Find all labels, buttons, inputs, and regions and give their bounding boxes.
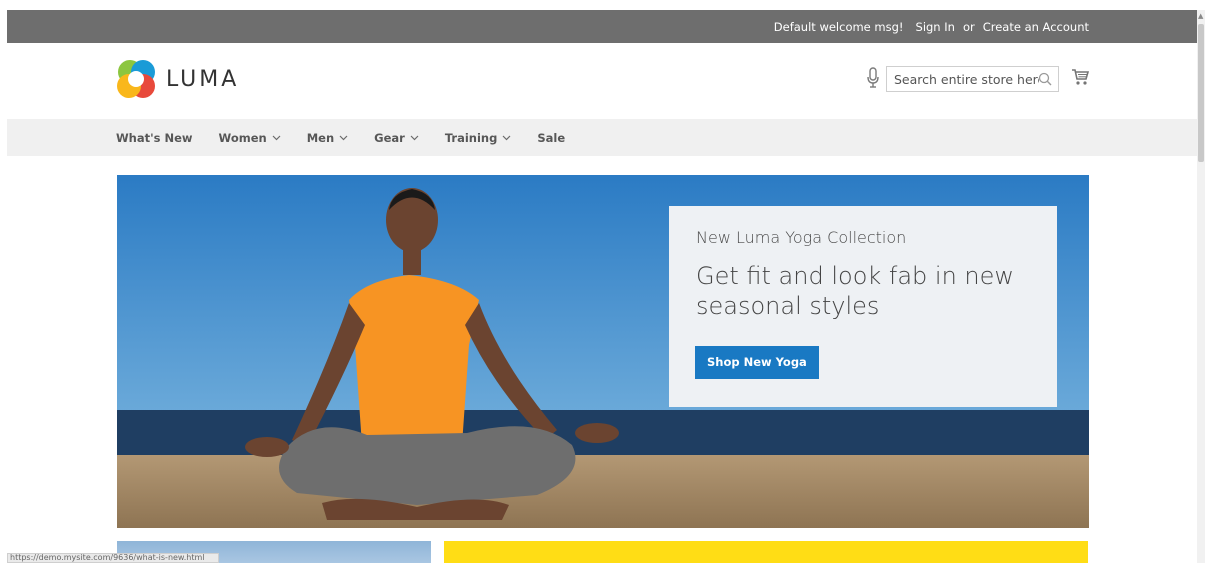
logo-text: LUMA — [166, 66, 240, 92]
nav-item-label: Women — [218, 130, 267, 145]
hero-subtitle: New Luma Yoga Collection — [696, 228, 907, 247]
chevron-down-icon — [339, 135, 348, 140]
create-account-link[interactable]: Create an Account — [983, 20, 1089, 34]
search-box — [886, 66, 1059, 92]
scrollbar-thumb[interactable] — [1198, 24, 1204, 162]
hero-banner[interactable]: New Luma Yoga Collection Get fit and loo… — [117, 175, 1089, 528]
nav-item-women[interactable]: Women — [219, 131, 281, 145]
welcome-message: Default welcome msg! — [773, 19, 904, 34]
search-input[interactable] — [887, 67, 1039, 91]
main-navigation: What's New Women Men Gear Training Sale — [7, 119, 1197, 156]
or-separator: or — [962, 19, 975, 34]
magnifier-icon[interactable] — [1038, 72, 1052, 86]
store-logo[interactable]: LUMA — [116, 59, 239, 99]
chevron-down-icon — [502, 135, 511, 140]
status-bar-url: https://demo.mysite.com/9636/what-is-new… — [7, 553, 219, 563]
nav-item-label: Training — [444, 130, 498, 145]
nav-item-what-s-new[interactable]: What's New — [116, 131, 193, 145]
nav-item-label: Sale — [537, 130, 566, 145]
shop-new-yoga-button[interactable]: Shop New Yoga — [695, 346, 819, 379]
shopping-cart-icon[interactable] — [1071, 68, 1089, 86]
hero-promo-box: New Luma Yoga Collection Get fit and loo… — [669, 206, 1057, 407]
nav-item-label: What's New — [116, 130, 193, 145]
chevron-down-icon — [410, 135, 419, 140]
nav-item-label: Gear — [374, 130, 405, 145]
top-welcome-bar: Default welcome msg! Sign In or Create a… — [7, 10, 1197, 43]
hero-title: Get fit and look fab in new seasonal sty… — [696, 262, 1015, 320]
nav-item-sale[interactable]: Sale — [537, 131, 565, 145]
nav-item-men[interactable]: Men — [307, 131, 348, 145]
nav-item-gear[interactable]: Gear — [374, 131, 419, 145]
nav-list: What's New Women Men Gear Training Sale — [116, 119, 591, 156]
luma-logo-icon — [117, 60, 155, 98]
sign-in-link[interactable]: Sign In — [916, 20, 955, 34]
chevron-down-icon — [272, 135, 281, 140]
scroll-up-icon[interactable]: ▲ — [1198, 12, 1203, 20]
microphone-icon[interactable] — [866, 67, 880, 89]
promo-tile-right[interactable] — [444, 541, 1088, 563]
page-scrollbar[interactable]: ▲ — [1197, 10, 1205, 563]
top-links: Default welcome msg! Sign In or Create a… — [774, 10, 1089, 43]
nav-item-label: Men — [306, 130, 335, 145]
nav-item-training[interactable]: Training — [445, 131, 512, 145]
